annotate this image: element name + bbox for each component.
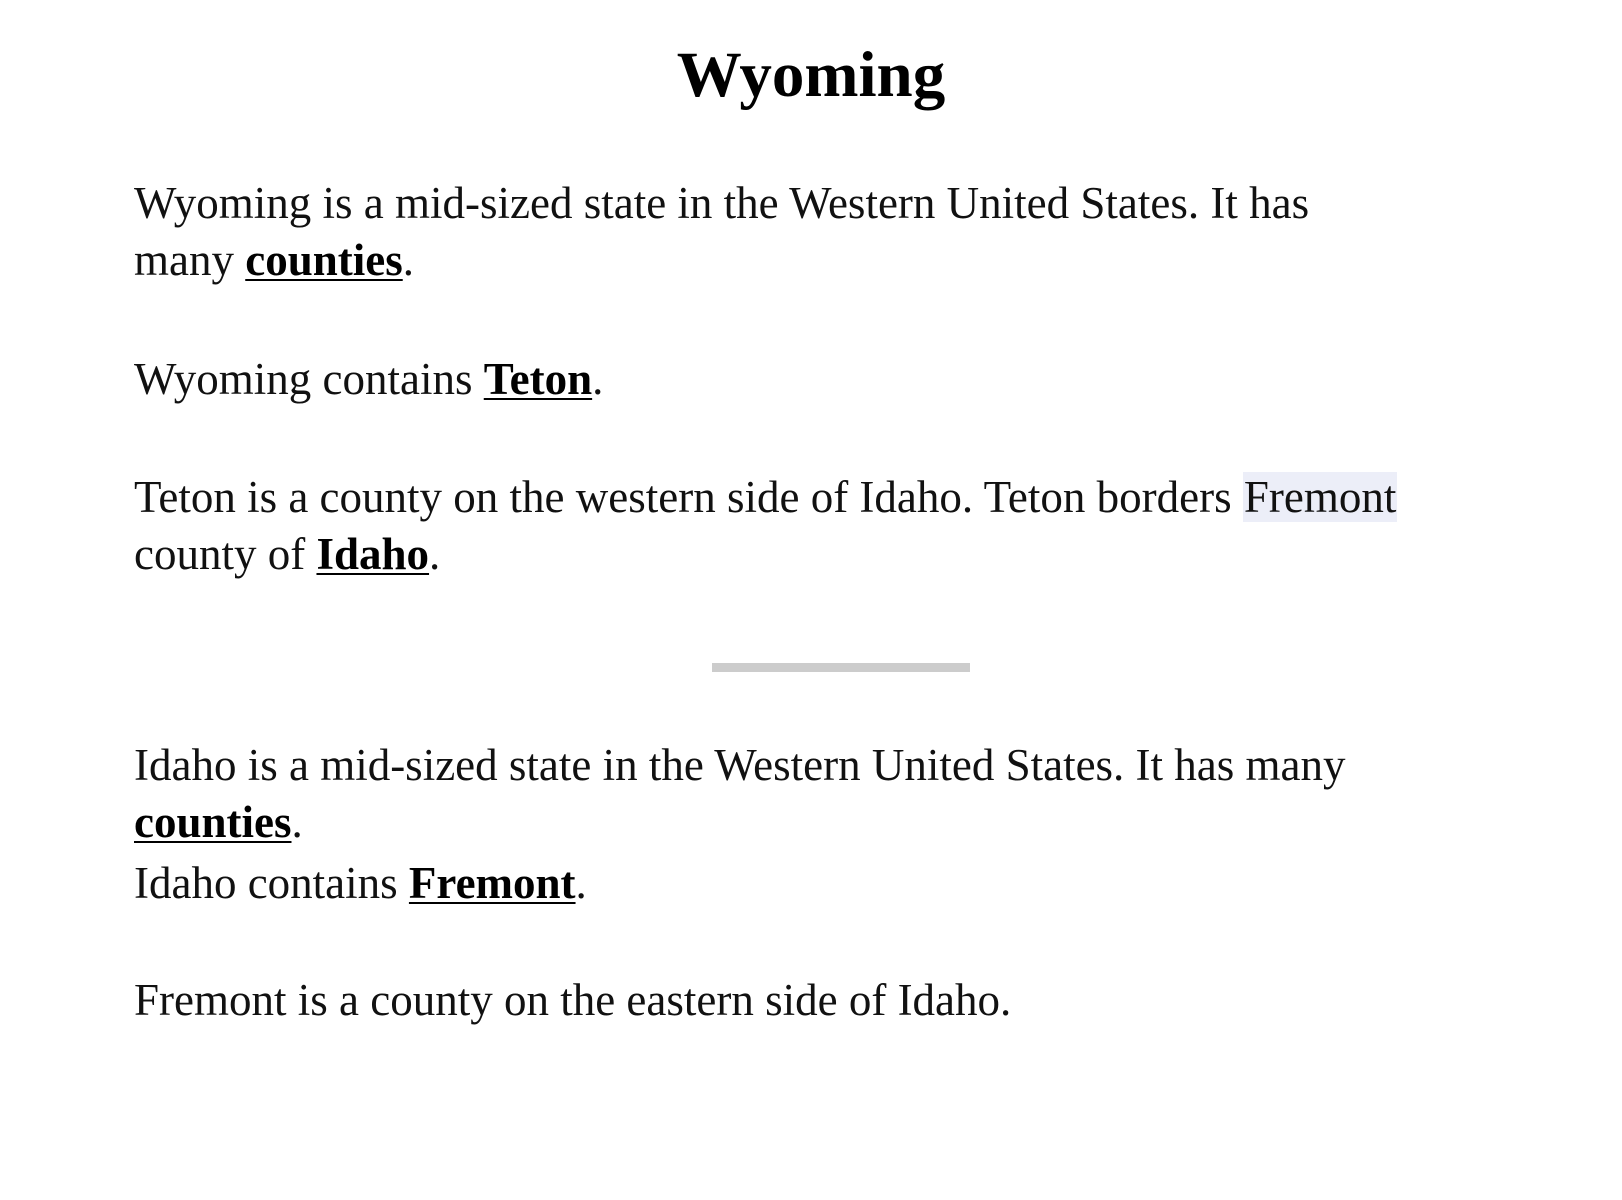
counties-link-idaho[interactable]: counties bbox=[134, 797, 292, 847]
fremont-description-paragraph: Fremont is a county on the eastern side … bbox=[134, 972, 1514, 1029]
teton-description-continued: county of bbox=[134, 529, 317, 579]
wyoming-contains-text: Wyoming contains bbox=[134, 354, 484, 404]
wyoming-intro-paragraph: Wyoming is a mid-sized state in the West… bbox=[134, 175, 1404, 289]
fremont-highlighted-text[interactable]: Fremont bbox=[1242, 472, 1398, 522]
idaho-contains-text: Idaho contains bbox=[134, 858, 409, 908]
fremont-description-text: Fremont is a county on the eastern side … bbox=[134, 975, 1012, 1025]
article-page: Wyoming Wyoming is a mid-sized state in … bbox=[0, 0, 1622, 1200]
teton-description-end: . bbox=[429, 529, 441, 579]
page-title: Wyoming bbox=[676, 39, 946, 111]
teton-description-text: Teton is a county on the western side of… bbox=[134, 472, 1243, 522]
teton-link[interactable]: Teton bbox=[484, 354, 592, 404]
idaho-intro-paragraph: Idaho is a mid-sized state in the Wester… bbox=[134, 737, 1514, 851]
wyoming-contains-end: . bbox=[592, 354, 604, 404]
idaho-contains-end: . bbox=[575, 858, 587, 908]
idaho-contains-paragraph: Idaho contains Fremont. bbox=[134, 855, 1514, 912]
section-divider bbox=[712, 663, 970, 672]
teton-description-paragraph: Teton is a county on the western side of… bbox=[134, 469, 1514, 583]
wyoming-contains-paragraph: Wyoming contains Teton. bbox=[134, 351, 1514, 408]
idaho-intro-end: . bbox=[291, 797, 303, 847]
idaho-link[interactable]: Idaho bbox=[316, 529, 429, 579]
counties-link-wyoming[interactable]: counties bbox=[245, 235, 403, 285]
wyoming-intro-end: . bbox=[402, 235, 414, 285]
fremont-link[interactable]: Fremont bbox=[409, 858, 576, 908]
idaho-intro-text: Idaho is a mid-sized state in the Wester… bbox=[134, 740, 1346, 790]
